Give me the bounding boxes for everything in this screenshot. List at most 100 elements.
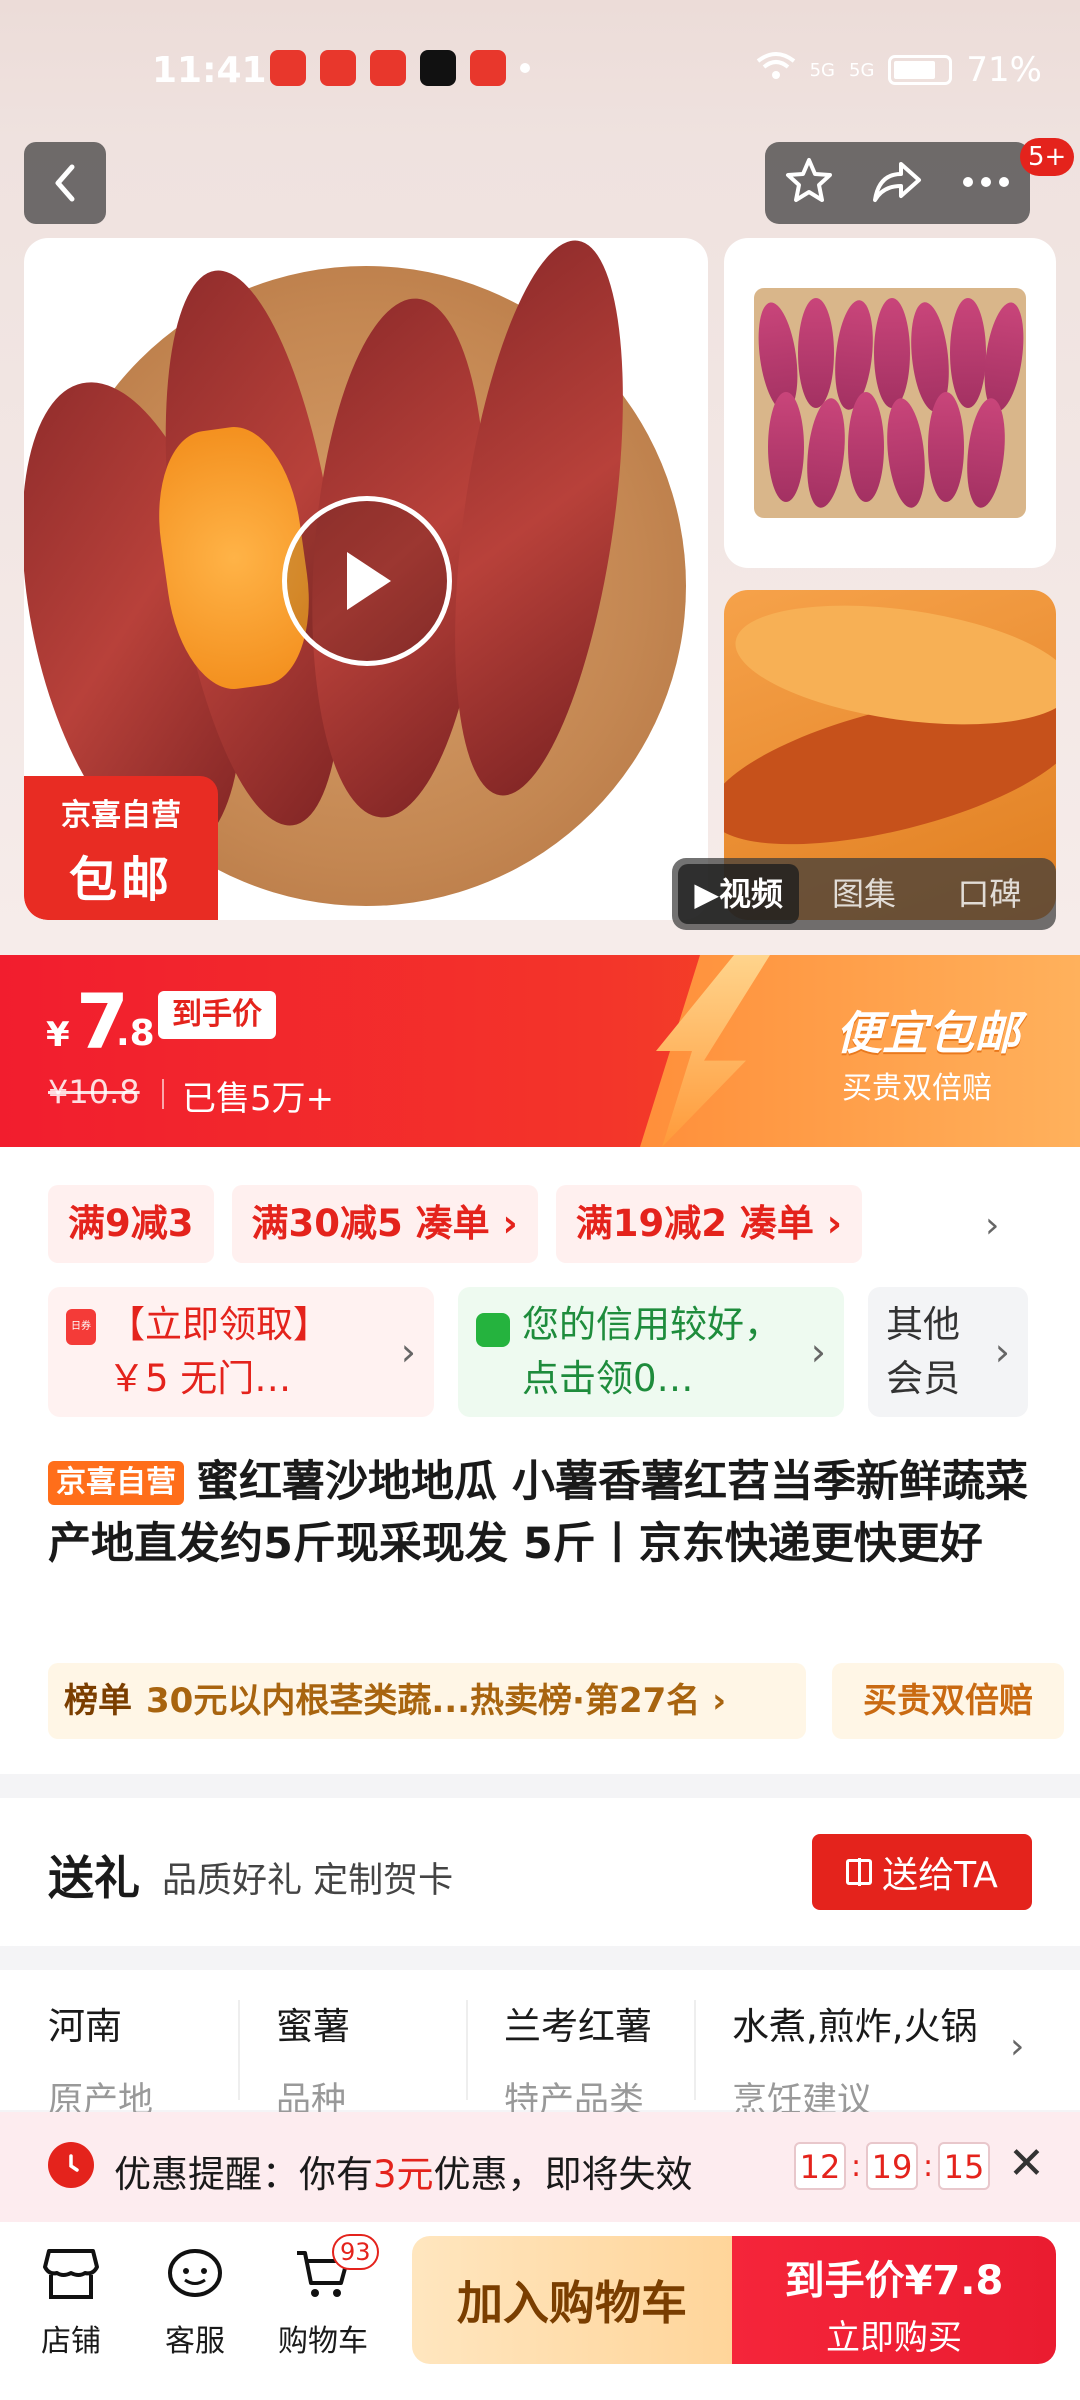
countdown-timer: 12 : 19 : 15	[794, 2142, 990, 2190]
chevron-right-icon[interactable]: ›	[985, 1205, 999, 1246]
play-icon	[347, 552, 391, 610]
spec-item: 河南 原产地	[48, 1996, 258, 2123]
gallery-thumbnail[interactable]	[724, 238, 1056, 568]
coupon-chip[interactable]: 满9减3	[48, 1185, 214, 1263]
product-info-card: 满9减3 满30减5 凑单 › 满19减2 凑单 › › 日券 【立即领取】￥5…	[0, 1147, 1080, 1774]
gift-section: 送礼 品质好礼 定制贺卡 送给TA	[0, 1798, 1080, 1946]
offer-text: 其他会员	[886, 1303, 960, 1400]
ranking-link[interactable]: 榜单 30元以内根茎类蔬...热卖榜·第27名 ›	[48, 1663, 806, 1739]
spec-value: 蜜薯	[276, 2005, 350, 2048]
ranking-text: 30元以内根茎类蔬...热卖榜·第27名 ›	[146, 1681, 727, 1721]
store-button[interactable]: 店铺	[6, 2240, 136, 2360]
offer-text: 【立即领取】￥5 无门…	[108, 1303, 330, 1400]
basket-image	[752, 288, 1030, 518]
top-action-bar	[765, 142, 1030, 224]
coupon-row: 满9减3 满30减5 凑单 › 满19减2 凑单 ›	[48, 1185, 863, 1263]
price-banner: ¥ 7 .8 到手价 ¥10.8 已售5万+ 便宜包邮 买贵双倍赔	[0, 955, 1080, 1147]
notification-icons	[270, 50, 530, 86]
final-price-tag: 到手价	[158, 991, 276, 1039]
favorite-button[interactable]	[784, 156, 834, 210]
product-title: 京喜自营 蜜红薯沙地地瓜 小薯香薯红苕当季新鲜蔬菜产地直发约5斤现采现发 5斤丨京…	[48, 1451, 1048, 1575]
battery-icon	[888, 55, 953, 85]
spec-row[interactable]: 河南 原产地 蜜薯 品种 兰考红薯 特产品类 水煮,煎炸,火锅 烹饪建议 ›	[0, 1970, 1080, 2121]
cart-button[interactable]: 93 购物车	[258, 2234, 388, 2360]
chevron-left-icon	[55, 164, 75, 202]
spec-item: 兰考红薯 特产品类	[504, 1996, 714, 2123]
signal-icon: 5G	[809, 59, 836, 81]
main-product-image[interactable]: 京喜自营 包邮	[24, 238, 708, 920]
status-bar: 11:41 5G 5G 71%	[0, 0, 1080, 140]
divider	[162, 1079, 164, 1109]
share-button[interactable]	[871, 158, 923, 208]
more-button[interactable]	[961, 174, 1011, 193]
reminder-text: 优惠提醒：你有3元优惠，即将失效	[114, 2153, 693, 2196]
promo-title: 便宜包邮	[836, 1006, 1020, 1060]
more-dots-icon	[963, 176, 1010, 187]
price-decimal: .8	[116, 1013, 155, 1054]
currency-symbol: ¥	[46, 1015, 70, 1055]
tab-reviews[interactable]: 口碑	[929, 864, 1050, 924]
watermark-logo: 什么值得买 zhizhizhi.com	[822, 2369, 1064, 2393]
timer-seconds: 15	[938, 2142, 990, 2190]
chat-bubble-icon	[130, 2240, 260, 2310]
app-notification-icon	[270, 50, 306, 86]
timer-minutes: 19	[866, 2142, 918, 2190]
coupon-chip[interactable]: 满19减2 凑单 ›	[555, 1185, 863, 1263]
chevron-right-icon: ›	[1010, 2026, 1025, 2067]
spec-item: 蜜薯 品种	[276, 1996, 486, 2123]
bottom-action-bar: 店铺 客服 93 购物车 加入购物车 到手价¥7.8 立即购买 什么值得买 zh…	[0, 2222, 1080, 2400]
more-notifications-dot	[520, 63, 530, 73]
offer-text: 您的信用较好，点击领0…	[522, 1303, 781, 1400]
bundle-link: 凑单 ›	[739, 1202, 843, 1245]
send-gift-button[interactable]: 送给TA	[812, 1834, 1032, 1910]
spec-value: 水煮,煎炸,火锅	[732, 2005, 978, 2048]
coupon-offer-card[interactable]: 日券 【立即领取】￥5 无门… ›	[48, 1287, 434, 1417]
gift-title: 送礼	[48, 1851, 140, 1905]
message-count-badge: 5+	[1020, 138, 1075, 176]
clock-icon	[48, 2142, 94, 2188]
price-guarantee-tag[interactable]: 买贵双倍赔	[832, 1663, 1064, 1739]
back-button[interactable]	[24, 142, 106, 224]
spec-item: 水煮,煎炸,火锅 烹饪建议	[732, 1996, 982, 2123]
status-time: 11:41	[152, 50, 267, 91]
badge-shipping-label: 包邮	[68, 852, 173, 908]
play-video-button[interactable]	[282, 496, 452, 666]
shopping-bag-icon	[476, 1313, 510, 1347]
free-shipping-badge: 京喜自营 包邮	[24, 776, 218, 920]
gift-description: 品质好礼 定制贺卡	[162, 1861, 454, 1901]
product-title-text: 蜜红薯沙地地瓜 小薯香薯红苕当季新鲜蔬菜产地直发约5斤现采现发 5斤丨京东快递更…	[48, 1457, 1028, 1569]
store-icon	[6, 2240, 136, 2310]
app-notification-icon	[320, 50, 356, 86]
chevron-right-icon: ›	[994, 1330, 1010, 1374]
sold-count: 已售5万+	[182, 1079, 335, 1119]
gift-icon	[846, 1858, 873, 1886]
app-notification-icon	[370, 50, 406, 86]
coupon-chip[interactable]: 满30减5 凑单 ›	[231, 1185, 538, 1263]
promo-subtitle: 买贵双倍赔	[842, 1071, 992, 1106]
customer-service-button[interactable]: 客服	[130, 2240, 260, 2360]
chevron-right-icon: ›	[400, 1330, 416, 1374]
buy-label: 立即购买	[826, 2318, 962, 2358]
self-operated-tag: 京喜自营	[48, 1461, 184, 1505]
buy-now-button[interactable]: 到手价¥7.8 立即购买	[732, 2236, 1056, 2364]
spec-value: 兰考红薯	[504, 2005, 652, 2048]
buy-price: 到手价¥7.8	[784, 2258, 1004, 2304]
member-offer-card[interactable]: 其他会员 ›	[868, 1287, 1028, 1417]
tab-video[interactable]: ▶视频	[678, 864, 800, 924]
reminder-amount: 3元	[373, 2153, 434, 2196]
tab-gallery[interactable]: 图集	[803, 864, 924, 924]
bundle-link: 凑单 ›	[415, 1202, 518, 1245]
wifi-icon	[756, 50, 796, 90]
close-icon[interactable]: ✕	[1008, 2138, 1045, 2189]
credit-offer-card[interactable]: 您的信用较好，点击领0… ›	[458, 1287, 844, 1417]
original-price: ¥10.8	[48, 1073, 140, 1111]
cart-count-badge: 93	[332, 2234, 379, 2270]
cart-icon: 93	[258, 2234, 388, 2310]
discount-reminder-bar: 优惠提醒：你有3元优惠，即将失效 12 : 19 : 15 ✕	[0, 2112, 1080, 2222]
add-to-cart-button[interactable]: 加入购物车	[412, 2236, 732, 2364]
battery-percent: 71%	[966, 50, 1042, 90]
star-icon	[785, 158, 832, 202]
status-right: 5G 5G 71%	[756, 50, 1042, 90]
timer-hours: 12	[794, 2142, 846, 2190]
media-tab-bar: ▶视频 图集 口碑	[672, 858, 1056, 930]
